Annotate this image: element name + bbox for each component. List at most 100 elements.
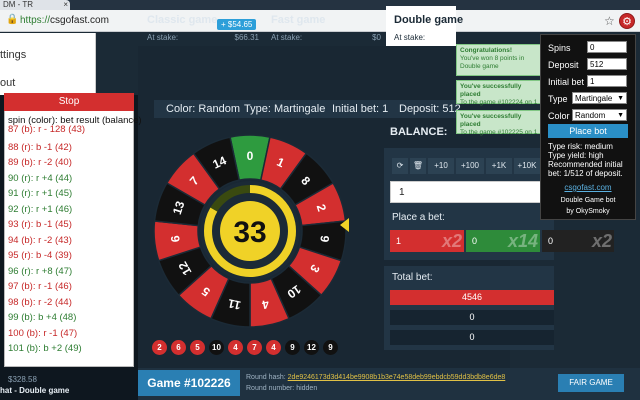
total-red: 4546 bbox=[390, 290, 554, 305]
stop-button[interactable]: Stop bbox=[4, 93, 134, 111]
url-text[interactable]: https://csgofast.com bbox=[20, 14, 109, 28]
notification-win[interactable]: Congratulations! You've won 8 points in … bbox=[456, 44, 542, 76]
star-icon[interactable]: ☆ bbox=[604, 14, 615, 28]
tab-double-game[interactable]: Double game At stake: bbox=[386, 6, 463, 46]
notification-title: You've successfully placed bbox=[460, 83, 522, 98]
popup-footer-author: by OkySmoky bbox=[566, 208, 610, 215]
bet-black-value: 0 bbox=[548, 236, 554, 246]
mode-name: Double game bbox=[394, 14, 464, 26]
history-chip: 6 bbox=[171, 340, 186, 355]
log-line: 101 (b): b +2 (49) bbox=[8, 343, 82, 354]
fair-game-button[interactable]: FAIR GAME bbox=[558, 374, 624, 392]
bet-black-button[interactable]: 0 x2 bbox=[542, 230, 614, 252]
history-chip: 12 bbox=[304, 340, 319, 355]
notification-bet-1[interactable]: You've successfully placed To the game #… bbox=[456, 80, 542, 106]
log-line: 96 (r): r +8 (47) bbox=[8, 265, 73, 277]
notification-body: To the game #102225 on 1 bbox=[460, 129, 538, 136]
initial-bet-input[interactable]: 1 bbox=[587, 75, 627, 87]
site-menu: ttings out bbox=[0, 33, 96, 95]
round-hash: Round hash: 2de9246173d3d414be9908b1b3e7… bbox=[246, 374, 505, 381]
tab-title: DM - TR bbox=[3, 0, 34, 9]
add-100-button[interactable]: +100 bbox=[456, 158, 484, 174]
mode-stake-label: At stake: bbox=[394, 33, 426, 42]
tab-classic-game[interactable]: Classic game + $54.65 At stake: $66.31 bbox=[139, 6, 263, 46]
notification-bet-2[interactable]: You've successfully placed To the game #… bbox=[456, 110, 542, 136]
notification-body: To the game #102224 on 1 bbox=[460, 99, 538, 106]
type-select[interactable]: Martingale ▼ bbox=[572, 92, 627, 104]
browser-tab[interactable]: DM - TR × bbox=[0, 0, 70, 10]
log-line: 88 (r): b -1 (42) bbox=[8, 141, 72, 153]
log-line: 98 (b): r -2 (44) bbox=[8, 296, 72, 308]
log-line: 93 (r): b -1 (45) bbox=[8, 219, 72, 230]
chat-balance: $328.58 bbox=[8, 375, 37, 384]
log-line: 91 (r): r +1 (45) bbox=[8, 188, 73, 199]
notification-title: You've successfully placed bbox=[460, 113, 522, 128]
bet-black-multiplier: x2 bbox=[591, 231, 612, 251]
mode-amount: $66.31 bbox=[234, 33, 259, 42]
notification-title: Congratulations! bbox=[460, 47, 512, 54]
color-select[interactable]: Random ▼ bbox=[572, 109, 627, 121]
bet-amount-input[interactable]: 1 bbox=[390, 181, 554, 203]
history-chip: 9 bbox=[323, 340, 338, 355]
type-select-value: Martingale bbox=[575, 94, 613, 103]
bet-green-value: 0 bbox=[472, 236, 478, 246]
deposit-input[interactable]: 512 bbox=[587, 58, 627, 70]
chat-label[interactable]: hat - Double game bbox=[0, 386, 69, 395]
chevron-down-icon: ▼ bbox=[617, 95, 624, 102]
log-line: 90 (r): r +4 (44) bbox=[8, 172, 73, 184]
csgofast-link[interactable]: csgofast.com bbox=[540, 183, 636, 192]
color-select-value: Random bbox=[575, 111, 606, 120]
mode-stake-label: At stake: bbox=[147, 33, 179, 42]
add-10-button[interactable]: +10 bbox=[428, 158, 454, 174]
history-chip: 2 bbox=[152, 340, 167, 355]
add-1k-button[interactable]: +1K bbox=[486, 158, 512, 174]
game-id: Game #102226 bbox=[138, 370, 240, 396]
total-bet-label: Total bet: bbox=[392, 272, 433, 283]
info-color: Color: Random bbox=[166, 103, 240, 115]
mode-stake-label: At stake: bbox=[271, 33, 303, 42]
info-risk: Type risk: medium bbox=[548, 142, 613, 151]
tab-fast-game[interactable]: Fast game At stake: $0 bbox=[263, 6, 385, 46]
lock-icon: 🔒 bbox=[6, 14, 19, 25]
history-chip: 4 bbox=[228, 340, 243, 355]
menu-item-settings[interactable]: ttings bbox=[0, 49, 96, 61]
balance-label: BALANCE: bbox=[390, 126, 448, 138]
bet-green-multiplier: x14 bbox=[507, 231, 538, 251]
round-hash-link[interactable]: 2de9246173d3d414be9908b1b3e74e58deb99ebd… bbox=[288, 374, 506, 381]
log-line: 99 (b): b +4 (48) bbox=[8, 312, 77, 323]
bet-red-button[interactable]: 1 x2 bbox=[390, 230, 464, 252]
notification-body: You've won 8 points in Double game bbox=[460, 55, 525, 70]
refresh-icon[interactable]: ⟳ bbox=[392, 158, 408, 174]
log-line: 95 (r): b -4 (39) bbox=[8, 250, 72, 261]
wheel-number: 0 bbox=[247, 149, 254, 163]
history-chip: 5 bbox=[190, 340, 205, 355]
profit-badge: + $54.65 bbox=[217, 19, 257, 30]
result-number: 33 bbox=[233, 216, 266, 249]
spins-label: Spins bbox=[548, 43, 571, 53]
close-icon[interactable]: × bbox=[63, 0, 68, 10]
log-line: 97 (b): r -1 (46) bbox=[8, 281, 72, 292]
round-hash-label: Round hash: bbox=[246, 374, 286, 381]
total-green: 0 bbox=[390, 310, 554, 325]
popup-footer-title: Double Game bot bbox=[560, 197, 616, 204]
extension-gear-icon[interactable]: ⚙ bbox=[619, 13, 635, 29]
total-black: 0 bbox=[390, 330, 554, 345]
log-line: 89 (b): r -2 (40) bbox=[8, 157, 72, 168]
bet-green-button[interactable]: 0 x14 bbox=[466, 230, 540, 252]
menu-item-logout[interactable]: out bbox=[0, 77, 96, 89]
chevron-down-icon: ▼ bbox=[617, 112, 624, 119]
type-label: Type bbox=[548, 94, 568, 104]
add-10k-button[interactable]: +10K bbox=[514, 158, 540, 174]
trash-icon[interactable]: 🗑 bbox=[410, 158, 426, 174]
log-line: 92 (r): r +1 (46) bbox=[8, 203, 73, 215]
mode-amount: $0 bbox=[372, 33, 381, 42]
place-bot-button[interactable]: Place bot bbox=[548, 124, 628, 138]
history-chip: 7 bbox=[247, 340, 262, 355]
log-line: 100 (b): r -1 (47) bbox=[8, 327, 78, 339]
info-type: Type: Martingale bbox=[244, 103, 326, 115]
spins-input[interactable]: 0 bbox=[587, 41, 627, 53]
mode-name: Fast game bbox=[271, 14, 326, 26]
place-bet-label: Place a bet: bbox=[392, 212, 445, 223]
history-chip: 10 bbox=[209, 340, 224, 355]
roulette-svg: 0 1829310411512613714 33 bbox=[153, 134, 347, 328]
